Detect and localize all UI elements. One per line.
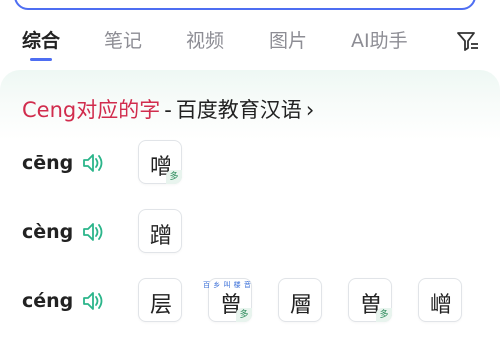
pinyin-label: cēng bbox=[22, 152, 74, 174]
char-button[interactable]: 蹭 bbox=[138, 209, 182, 253]
char-glyph: 层 bbox=[149, 293, 172, 318]
char-button[interactable]: 噌 多 bbox=[138, 140, 182, 184]
multi-reading-badge: 多 bbox=[166, 170, 182, 184]
char-button[interactable]: 層 bbox=[278, 278, 322, 322]
tab-all[interactable]: 综合 bbox=[22, 26, 60, 53]
speaker-icon[interactable] bbox=[81, 152, 105, 174]
card-title-source: 百度教育汉语 bbox=[175, 98, 302, 122]
tab-ai-assistant[interactable]: AI助手 bbox=[351, 26, 408, 53]
active-tab-indicator bbox=[30, 58, 52, 61]
watermark-text: 百 乡 叫 楼 音 bbox=[203, 281, 252, 289]
pinyin-label: cèng bbox=[22, 221, 74, 243]
tab-videos[interactable]: 视频 bbox=[186, 26, 224, 53]
char-button[interactable]: 嶒 bbox=[418, 278, 462, 322]
speaker-icon[interactable] bbox=[81, 221, 105, 243]
pinyin-row-ceng2: céng 层 曾 多 層 曽 多 嶒 bbox=[22, 278, 482, 326]
search-box[interactable] bbox=[14, 0, 476, 10]
card-title-highlight: Ceng对应的字 bbox=[22, 98, 161, 122]
multi-reading-badge: 多 bbox=[236, 308, 252, 322]
char-glyph: 嶒 bbox=[429, 293, 452, 318]
tab-images[interactable]: 图片 bbox=[269, 26, 307, 53]
multi-reading-badge: 多 bbox=[376, 308, 392, 322]
char-glyph: 層 bbox=[289, 293, 312, 318]
pinyin-label: céng bbox=[22, 290, 74, 312]
card-title-separator: - bbox=[164, 98, 172, 122]
speaker-icon[interactable] bbox=[81, 290, 105, 312]
tab-notes[interactable]: 笔记 bbox=[104, 26, 142, 53]
chevron-right-icon: › bbox=[305, 98, 315, 122]
char-glyph: 蹭 bbox=[149, 224, 172, 249]
char-button[interactable]: 层 bbox=[138, 278, 182, 322]
tab-bar: 综合 笔记 视频 图片 AI助手 bbox=[0, 26, 500, 62]
filter-icon[interactable] bbox=[456, 30, 480, 52]
card-title-link[interactable]: Ceng对应的字 - 百度教育汉语 › bbox=[22, 94, 314, 124]
char-button[interactable]: 曽 多 bbox=[348, 278, 392, 322]
character-card: Ceng对应的字-百度教育汉语› cēng 噌 多 cèng 蹭 céng bbox=[0, 70, 500, 360]
